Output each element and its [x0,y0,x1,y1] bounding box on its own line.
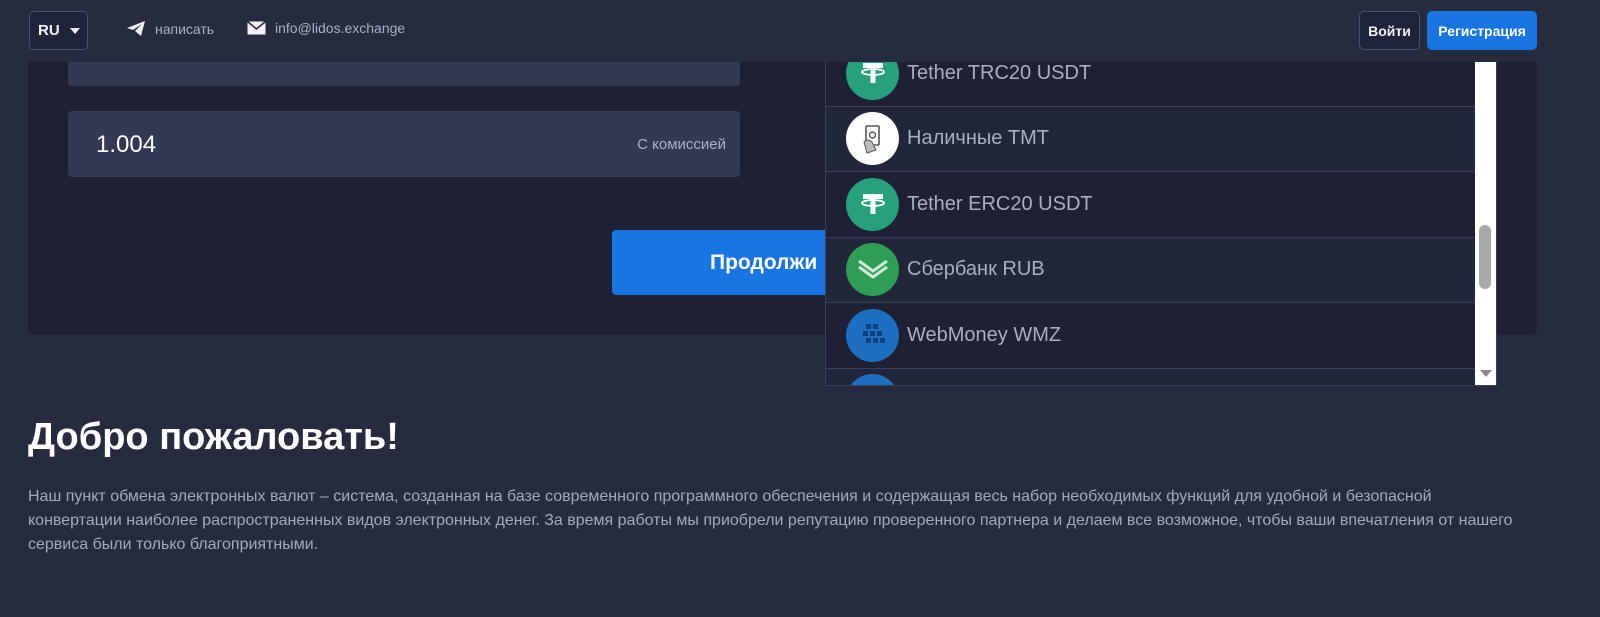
scroll-down-icon[interactable] [1480,370,1492,377]
telegram-icon [127,21,145,36]
email-contact-label: info@lidos.exchange [275,20,406,36]
welcome-title: Добро пожаловать! [28,416,399,458]
currency-option-label: WebMoney WMZ [907,323,1062,346]
amount-value: 1.004 [96,131,157,158]
dropdown-scrollbar[interactable] [1475,62,1496,385]
currency-option[interactable]: Tether ERC20 USDT [826,172,1477,238]
currency-option-label: Наличные ТМТ [907,127,1050,150]
sberbank-icon [846,243,899,297]
language-value: RU [38,22,60,39]
cash-hand-icon [846,112,899,166]
currency-option[interactable] [826,368,1477,385]
currency-list: Tether TRC20 USDT Наличные ТМТ Tether ER… [826,62,1477,385]
language-select[interactable]: RU [29,11,88,50]
tether-icon [846,177,899,231]
amount-commission-note: С комиссией [637,136,726,153]
scrollbar-thumb[interactable] [1479,225,1491,289]
login-button[interactable]: Войти [1359,11,1420,50]
mail-icon [247,21,266,35]
webmoney-icon [846,308,899,362]
currency-option-label: Сбербанк RUB [907,258,1045,281]
amount-field[interactable]: 1.004 С комиссией [68,111,740,177]
currency-option[interactable]: Tether TRC20 USDT [826,62,1477,107]
currency-option-label: Tether ERC20 USDT [907,192,1093,215]
currency-option[interactable]: Сбербанк RUB [826,237,1477,303]
currency-option[interactable]: Наличные ТМТ [826,106,1477,172]
telegram-contact-link[interactable]: написать [126,20,214,37]
continue-button-label: Продолжи [710,250,818,274]
top-bar: RU написать info@lidos.exchange Войти Ре… [0,0,1600,62]
currency-dropdown[interactable]: Tether TRC20 USDT Наличные ТМТ Tether ER… [825,62,1497,386]
currency-option-label: Tether TRC20 USDT [907,62,1092,84]
chevron-down-icon [69,27,80,34]
tether-icon [846,62,899,100]
welcome-text: Наш пункт обмена электронных валют – сис… [28,488,1513,553]
currency-option[interactable]: WebMoney WMZ [826,303,1477,369]
currency-icon [846,374,899,385]
email-contact-link[interactable]: info@lidos.exchange [247,20,405,36]
telegram-contact-label: написать [155,20,215,37]
register-button[interactable]: Регистрация [1427,11,1537,50]
